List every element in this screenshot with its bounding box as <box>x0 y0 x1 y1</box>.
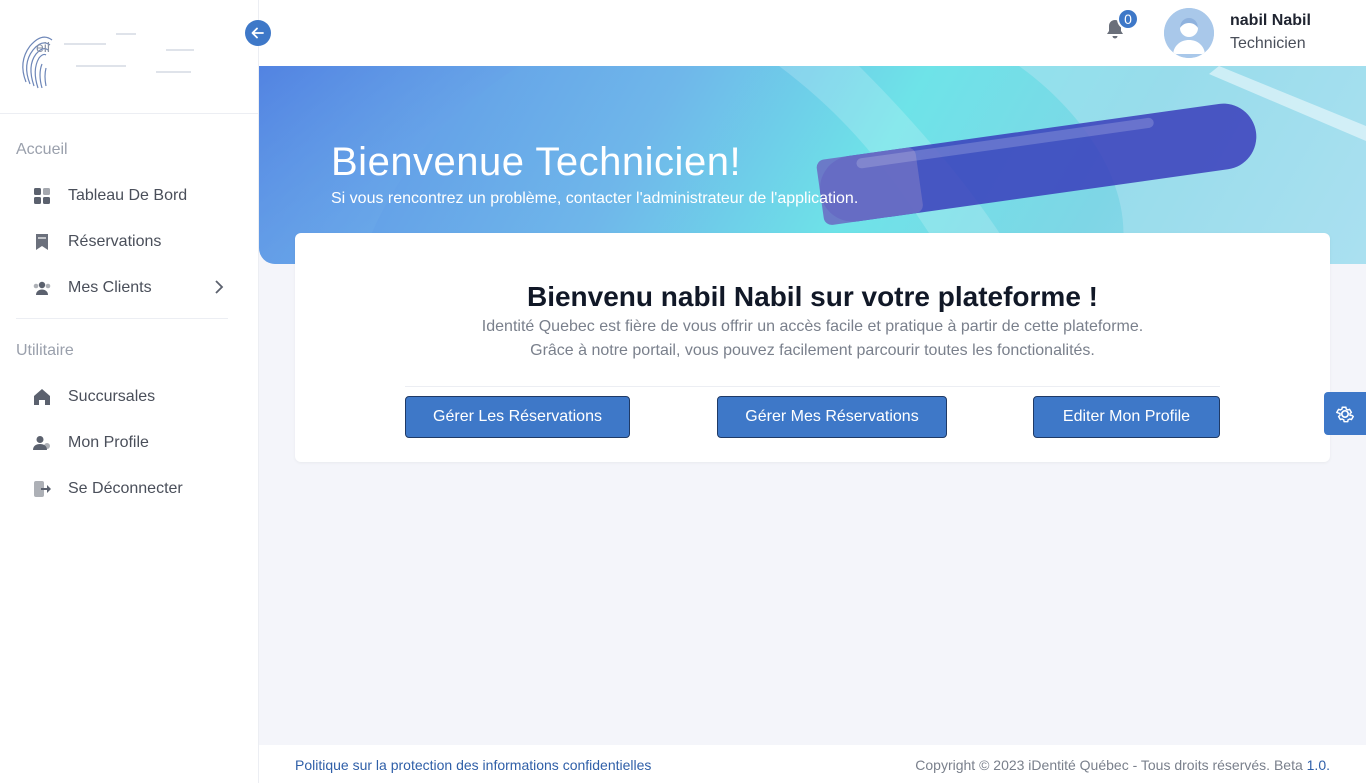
welcome-card: Bienvenu nabil Nabil sur votre plateform… <box>295 233 1330 462</box>
avatar[interactable] <box>1164 8 1214 58</box>
card-divider <box>405 386 1220 387</box>
sidebar-item-succursales[interactable]: Succursales <box>32 381 232 413</box>
sidebar-item-reservations[interactable]: Réservations <box>32 226 232 258</box>
collapse-sidebar-button[interactable] <box>245 20 271 46</box>
logo-text: eil <box>36 39 50 55</box>
sidebar-item-label: Mon Profile <box>68 434 149 451</box>
logout-icon <box>32 479 52 499</box>
card-description-line2: Grâce à notre portail, vous pouvez facil… <box>530 342 1095 359</box>
bookmark-icon <box>32 232 52 252</box>
sidebar-item-label: Réservations <box>68 233 162 250</box>
sidebar-item-mes-clients[interactable]: Mes Clients <box>32 272 232 304</box>
section-utilitaire: Utilitaire <box>16 342 74 359</box>
user-icon <box>32 433 52 453</box>
logo-area: eil <box>0 0 258 114</box>
sidebar-item-label: Mes Clients <box>68 279 152 296</box>
gear-icon <box>1336 405 1354 422</box>
sidebar: eil Accueil Tableau De Bord Réservations <box>0 0 259 783</box>
chevron-right-icon <box>214 279 224 300</box>
user-name[interactable]: nabil Nabil <box>1230 12 1311 30</box>
sidebar-item-se-deconnecter[interactable]: Se Déconnecter <box>32 473 232 505</box>
sidebar-item-mon-profile[interactable]: Mon Profile <box>32 427 232 459</box>
sidebar-item-label: Tableau De Bord <box>68 187 188 204</box>
topbar: 0 nabil Nabil Technicien <box>259 0 1366 66</box>
copyright-label: Copyright © 2023 iDentité Québec - Tous … <box>915 757 1307 773</box>
edit-profile-button[interactable]: Editer Mon Profile <box>1033 396 1220 438</box>
copyright-text: Copyright © 2023 iDentité Québec - Tous … <box>915 757 1330 773</box>
privacy-policy-link[interactable]: Politique sur la protection des informat… <box>295 757 651 773</box>
card-title: Bienvenu nabil Nabil sur votre plateform… <box>526 281 1098 312</box>
sidebar-item-label: Succursales <box>68 388 156 405</box>
nav-divider <box>16 318 228 319</box>
arrow-left-icon <box>251 27 264 39</box>
section-accueil: Accueil <box>16 141 68 158</box>
users-icon <box>32 278 52 298</box>
banner-subtitle: Si vous rencontrez un problème, contacte… <box>331 190 859 207</box>
user-role: Technicien <box>1230 35 1306 52</box>
fingerprint-logo[interactable]: eil <box>16 22 196 92</box>
version-label: 1.0. <box>1306 757 1330 773</box>
banner-title: Bienvenue Technicien! <box>331 140 742 184</box>
sidebar-item-label: Se Déconnecter <box>68 480 183 497</box>
notification-count-badge: 0 <box>1117 8 1139 30</box>
manage-my-reservations-button[interactable]: Gérer Mes Réservations <box>717 396 947 438</box>
card-description-line1: Identité Quebec est fière de vous offrir… <box>481 318 1144 335</box>
footer: Politique sur la protection des informat… <box>259 745 1366 783</box>
home-icon <box>32 387 52 407</box>
settings-button[interactable] <box>1324 392 1366 435</box>
grid-icon <box>32 186 52 206</box>
manage-reservations-button[interactable]: Gérer Les Réservations <box>405 396 630 438</box>
sidebar-item-tableau-de-bord[interactable]: Tableau De Bord <box>32 180 232 212</box>
